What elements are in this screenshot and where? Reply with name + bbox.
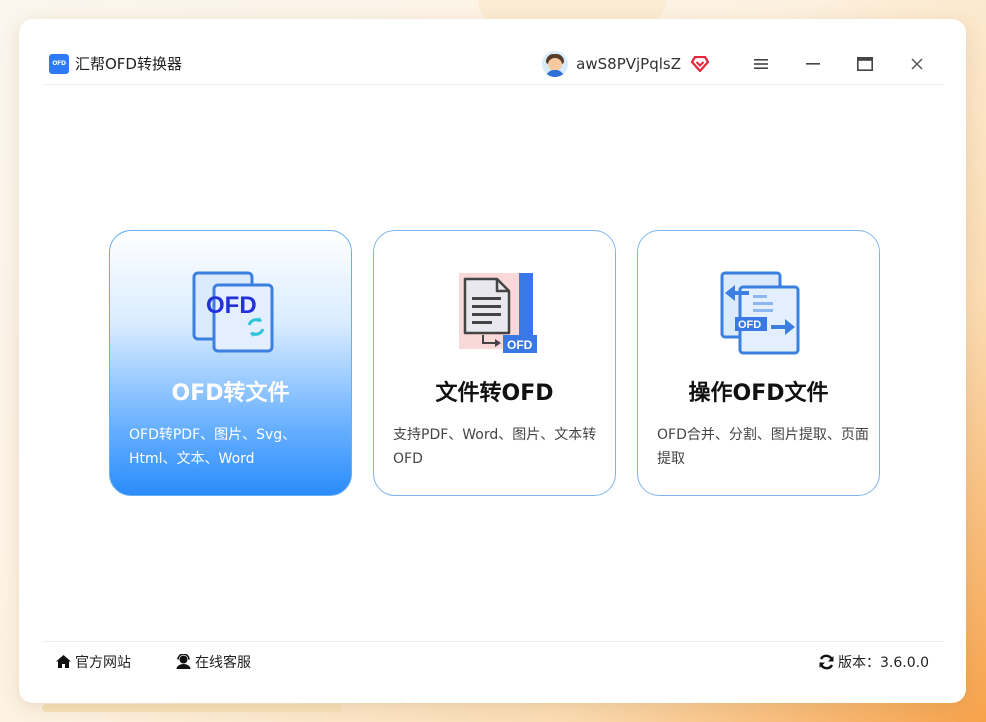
ofd-convert-icon: OFD [189,269,275,355]
vip-diamond-icon[interactable] [689,53,711,75]
home-icon [55,654,72,669]
official-site-label: 官方网站 [75,654,131,671]
svg-text:OFD: OFD [738,319,761,331]
card-title: OFD转文件 [171,381,290,406]
online-service-link[interactable]: 在线客服 [175,652,251,672]
footer-bar: 官方网站 在线客服 版本：3.6.0.0 [43,641,943,681]
title-bar-right: awS8PVjPqlsZ [542,43,943,85]
maximize-button[interactable] [839,43,891,85]
official-site-link[interactable]: 官方网站 [55,652,131,672]
feature-cards: OFD OFD转文件 OFD转PDF、图片、Svg、Html、文本、Word O… [109,230,880,496]
svg-text:OFD: OFD [507,338,533,352]
ofd-operate-icon: OFD [717,269,803,355]
background-strip [42,704,342,712]
version-label: 版本：3.6.0.0 [838,654,929,671]
svg-text:OFD: OFD [206,292,257,319]
app-logo-icon: OFD [49,53,69,74]
file-to-ofd-icon: OFD [453,269,539,355]
user-avatar[interactable] [542,50,569,77]
version-info[interactable]: 版本：3.6.0.0 [818,652,929,672]
card-title: 文件转OFD [435,381,554,406]
card-file-to-ofd[interactable]: OFD 文件转OFD 支持PDF、Word、图片、文本转OFD [373,230,616,496]
card-description: OFD合并、分割、图片提取、页面提取 [657,427,869,467]
app-window: OFD 汇帮OFD转换器 awS8PVjPqlsZ OFD OFD转文件 OFD… [19,19,966,703]
window-content: OFD 汇帮OFD转换器 awS8PVjPqlsZ OFD OFD转文件 OFD… [43,43,943,699]
card-description: 支持PDF、Word、图片、文本转OFD [393,427,597,467]
card-operate-ofd[interactable]: OFD 操作OFD文件 OFD合并、分割、图片提取、页面提取 [637,230,880,496]
card-ofd-to-file[interactable]: OFD OFD转文件 OFD转PDF、图片、Svg、Html、文本、Word [109,230,352,496]
menu-button[interactable] [735,43,787,85]
title-bar: OFD 汇帮OFD转换器 awS8PVjPqlsZ [43,43,943,85]
card-title: 操作OFD文件 [688,381,829,406]
online-service-label: 在线客服 [195,654,251,671]
card-description: OFD转PDF、图片、Svg、Html、文本、Word [129,427,297,467]
username[interactable]: awS8PVjPqlsZ [576,55,681,73]
minimize-button[interactable] [787,43,839,85]
refresh-icon [818,654,835,670]
app-title: 汇帮OFD转换器 [75,55,182,73]
close-button[interactable] [891,43,943,85]
customer-service-icon [175,654,192,669]
